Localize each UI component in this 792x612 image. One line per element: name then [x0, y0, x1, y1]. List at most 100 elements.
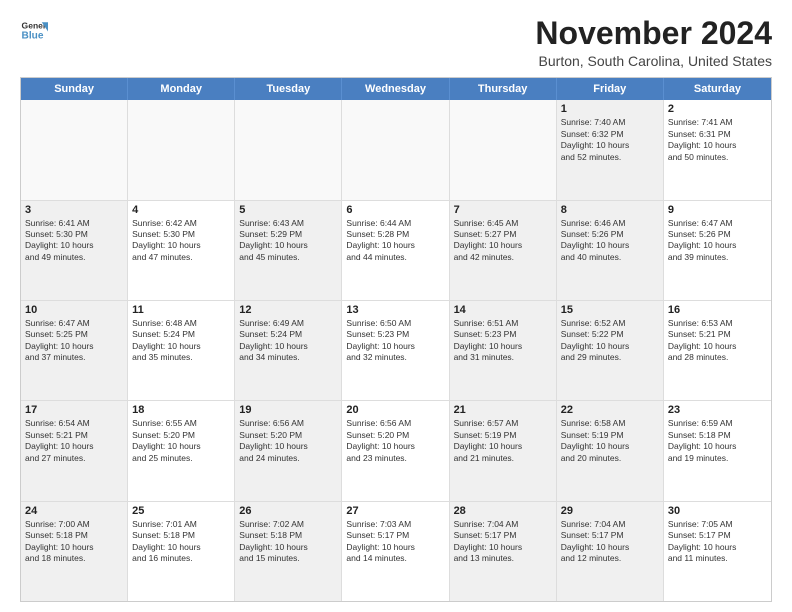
day-info: Sunrise: 7:02 AM Sunset: 5:18 PM Dayligh… [239, 519, 337, 565]
calendar-cell: 20 Sunrise: 6:56 AM Sunset: 5:20 PM Dayli… [342, 401, 449, 500]
day-info: Sunrise: 6:56 AM Sunset: 5:20 PM Dayligh… [239, 418, 337, 464]
day-info: Sunrise: 6:52 AM Sunset: 5:22 PM Dayligh… [561, 318, 659, 364]
day-info: Sunrise: 6:54 AM Sunset: 5:21 PM Dayligh… [25, 418, 123, 464]
calendar-cell: 26Sunrise: 7:02 AM Sunset: 5:18 PM Dayli… [235, 502, 342, 601]
day-number: 22 [561, 404, 659, 416]
day-number: 6 [346, 204, 444, 216]
day-info: Sunrise: 7:04 AM Sunset: 5:17 PM Dayligh… [561, 519, 659, 565]
day-number: 23 [668, 404, 767, 416]
calendar-cell: 25Sunrise: 7:01 AM Sunset: 5:18 PM Dayli… [128, 502, 235, 601]
calendar-cell: 8 Sunrise: 6:46 AM Sunset: 5:26 PM Daylig… [557, 201, 664, 300]
day-number: 7 [454, 204, 552, 216]
calendar-cell: 12 Sunrise: 6:49 AM Sunset: 5:24 PM Dayli… [235, 301, 342, 400]
calendar-cell [235, 100, 342, 199]
calendar-cell: 16 Sunrise: 6:53 AM Sunset: 5:21 PM Dayli… [664, 301, 771, 400]
day-info: Sunrise: 6:43 AM Sunset: 5:29 PM Dayligh… [239, 218, 337, 264]
calendar-cell: 24 Sunrise: 7:00 AM Sunset: 5:18 PM Dayli… [21, 502, 128, 601]
day-number: 9 [668, 204, 767, 216]
day-info: Sunrise: 6:53 AM Sunset: 5:21 PM Dayligh… [668, 318, 767, 364]
day-number: 5 [239, 204, 337, 216]
calendar-cell: 6 Sunrise: 6:44 AM Sunset: 5:28 PM Daylig… [342, 201, 449, 300]
day-info: Sunrise: 7:00 AM Sunset: 5:18 PM Dayligh… [25, 519, 123, 565]
day-number: 11 [132, 304, 230, 316]
day-number: 4 [132, 204, 230, 216]
calendar-week-3: 10 Sunrise: 6:47 AM Sunset: 5:25 PM Dayli… [21, 300, 771, 400]
header-day-friday: Friday [557, 78, 664, 100]
day-number: 3 [25, 204, 123, 216]
day-info: Sunrise: 7:40 AM Sunset: 6:32 PM Dayligh… [561, 117, 659, 163]
calendar-cell: 29 Sunrise: 7:04 AM Sunset: 5:17 PM Dayli… [557, 502, 664, 601]
calendar-cell: 10 Sunrise: 6:47 AM Sunset: 5:25 PM Dayli… [21, 301, 128, 400]
calendar-cell [128, 100, 235, 199]
header-day-wednesday: Wednesday [342, 78, 449, 100]
day-info: Sunrise: 7:04 AM Sunset: 5:17 PM Dayligh… [454, 519, 552, 565]
calendar-week-1: 1Sunrise: 7:40 AM Sunset: 6:32 PM Daylig… [21, 100, 771, 199]
calendar-cell [342, 100, 449, 199]
day-info: Sunrise: 6:45 AM Sunset: 5:27 PM Dayligh… [454, 218, 552, 264]
day-number: 15 [561, 304, 659, 316]
calendar-cell: 11 Sunrise: 6:48 AM Sunset: 5:24 PM Dayli… [128, 301, 235, 400]
header-day-sunday: Sunday [21, 78, 128, 100]
calendar-cell: 27Sunrise: 7:03 AM Sunset: 5:17 PM Dayli… [342, 502, 449, 601]
calendar-cell: 17Sunrise: 6:54 AM Sunset: 5:21 PM Dayli… [21, 401, 128, 500]
day-info: Sunrise: 6:55 AM Sunset: 5:20 PM Dayligh… [132, 418, 230, 464]
calendar-cell: 22 Sunrise: 6:58 AM Sunset: 5:19 PM Dayli… [557, 401, 664, 500]
day-info: Sunrise: 6:48 AM Sunset: 5:24 PM Dayligh… [132, 318, 230, 364]
calendar-cell: 14Sunrise: 6:51 AM Sunset: 5:23 PM Dayli… [450, 301, 557, 400]
calendar-cell: 7 Sunrise: 6:45 AM Sunset: 5:27 PM Daylig… [450, 201, 557, 300]
day-number: 10 [25, 304, 123, 316]
day-number: 28 [454, 505, 552, 517]
day-number: 12 [239, 304, 337, 316]
day-info: Sunrise: 6:59 AM Sunset: 5:18 PM Dayligh… [668, 418, 767, 464]
calendar: SundayMondayTuesdayWednesdayThursdayFrid… [20, 77, 772, 602]
day-number: 20 [346, 404, 444, 416]
calendar-cell: 23 Sunrise: 6:59 AM Sunset: 5:18 PM Dayli… [664, 401, 771, 500]
day-number: 8 [561, 204, 659, 216]
header-day-tuesday: Tuesday [235, 78, 342, 100]
logo: General Blue [20, 16, 48, 44]
day-number: 16 [668, 304, 767, 316]
calendar-cell: 15 Sunrise: 6:52 AM Sunset: 5:22 PM Dayli… [557, 301, 664, 400]
day-info: Sunrise: 7:03 AM Sunset: 5:17 PM Dayligh… [346, 519, 444, 565]
calendar-cell: 18 Sunrise: 6:55 AM Sunset: 5:20 PM Dayli… [128, 401, 235, 500]
calendar-cell [21, 100, 128, 199]
calendar-cell: 2Sunrise: 7:41 AM Sunset: 6:31 PM Daylig… [664, 100, 771, 199]
calendar-cell: 28 Sunrise: 7:04 AM Sunset: 5:17 PM Dayli… [450, 502, 557, 601]
day-info: Sunrise: 6:58 AM Sunset: 5:19 PM Dayligh… [561, 418, 659, 464]
day-number: 13 [346, 304, 444, 316]
calendar-header: SundayMondayTuesdayWednesdayThursdayFrid… [21, 78, 771, 100]
calendar-cell: 4 Sunrise: 6:42 AM Sunset: 5:30 PM Daylig… [128, 201, 235, 300]
day-info: Sunrise: 6:50 AM Sunset: 5:23 PM Dayligh… [346, 318, 444, 364]
calendar-cell: 9Sunrise: 6:47 AM Sunset: 5:26 PM Daylig… [664, 201, 771, 300]
calendar-cell: 1Sunrise: 7:40 AM Sunset: 6:32 PM Daylig… [557, 100, 664, 199]
day-info: Sunrise: 6:57 AM Sunset: 5:19 PM Dayligh… [454, 418, 552, 464]
day-info: Sunrise: 6:41 AM Sunset: 5:30 PM Dayligh… [25, 218, 123, 264]
day-info: Sunrise: 6:49 AM Sunset: 5:24 PM Dayligh… [239, 318, 337, 364]
header-day-thursday: Thursday [450, 78, 557, 100]
day-info: Sunrise: 7:05 AM Sunset: 5:17 PM Dayligh… [668, 519, 767, 565]
day-info: Sunrise: 6:47 AM Sunset: 5:25 PM Dayligh… [25, 318, 123, 364]
calendar-cell: 13 Sunrise: 6:50 AM Sunset: 5:23 PM Dayli… [342, 301, 449, 400]
day-number: 24 [25, 505, 123, 517]
day-number: 2 [668, 103, 767, 115]
day-info: Sunrise: 6:42 AM Sunset: 5:30 PM Dayligh… [132, 218, 230, 264]
day-number: 18 [132, 404, 230, 416]
day-number: 25 [132, 505, 230, 517]
calendar-cell: 3 Sunrise: 6:41 AM Sunset: 5:30 PM Daylig… [21, 201, 128, 300]
svg-text:Blue: Blue [22, 31, 44, 42]
calendar-cell: 21Sunrise: 6:57 AM Sunset: 5:19 PM Dayli… [450, 401, 557, 500]
calendar-cell: 30 Sunrise: 7:05 AM Sunset: 5:17 PM Dayli… [664, 502, 771, 601]
day-number: 30 [668, 505, 767, 517]
subtitle: Burton, South Carolina, United States [535, 53, 772, 69]
day-number: 29 [561, 505, 659, 517]
main-title: November 2024 [535, 16, 772, 51]
day-info: Sunrise: 6:56 AM Sunset: 5:20 PM Dayligh… [346, 418, 444, 464]
day-info: Sunrise: 6:51 AM Sunset: 5:23 PM Dayligh… [454, 318, 552, 364]
logo-icon: General Blue [20, 16, 48, 44]
day-info: Sunrise: 6:44 AM Sunset: 5:28 PM Dayligh… [346, 218, 444, 264]
header-day-saturday: Saturday [664, 78, 771, 100]
calendar-cell: 5 Sunrise: 6:43 AM Sunset: 5:29 PM Daylig… [235, 201, 342, 300]
day-info: Sunrise: 6:46 AM Sunset: 5:26 PM Dayligh… [561, 218, 659, 264]
calendar-week-5: 24 Sunrise: 7:00 AM Sunset: 5:18 PM Dayli… [21, 501, 771, 601]
calendar-body: 1Sunrise: 7:40 AM Sunset: 6:32 PM Daylig… [21, 100, 771, 601]
